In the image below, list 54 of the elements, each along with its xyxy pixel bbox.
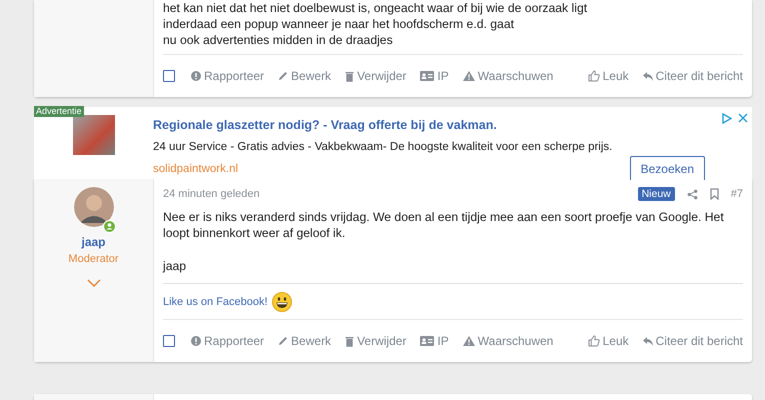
facebook-link[interactable]: Like us on Facebook! (163, 296, 268, 308)
edit-link[interactable]: Bewerk (278, 69, 332, 83)
alert-icon (191, 336, 201, 346)
share-icon[interactable] (686, 188, 698, 200)
thumbs-up-icon (588, 70, 600, 82)
avatar[interactable] (74, 187, 114, 227)
warn-link[interactable]: Waarschuwen (462, 69, 554, 83)
reply-icon (642, 336, 653, 346)
report-link[interactable]: Rapporteer (191, 334, 264, 348)
trash-icon (345, 70, 354, 82)
new-badge: Nieuw (638, 187, 675, 201)
warning-icon (462, 336, 475, 346)
select-checkbox[interactable] (163, 70, 175, 82)
reply-icon (642, 72, 653, 80)
report-link[interactable]: Rapporteer (191, 69, 264, 83)
thumbs-up-icon (588, 335, 600, 347)
message-text: jaap (163, 258, 188, 274)
like-link[interactable]: Leuk (588, 69, 629, 83)
pencil-icon (278, 71, 288, 81)
quote-link[interactable]: Citeer dit bericht (642, 69, 743, 83)
visit-button[interactable]: Bezoeken (630, 156, 705, 180)
warning-icon (462, 71, 475, 81)
ad-url-link[interactable]: solidpaintwork.nl (153, 163, 238, 175)
post-time: 24 minuten geleden (163, 188, 260, 200)
post-number-link[interactable]: #7 (730, 188, 743, 200)
ad-description: 24 uur Service - Gratis advies - Vakbekwaam- De hoogste kwaliteit voor een scherpe prijs. (153, 141, 614, 153)
alert-icon (191, 71, 201, 81)
ip-link[interactable]: IP (420, 334, 449, 348)
ip-link[interactable]: IP (420, 69, 449, 83)
user-role: Moderator (68, 253, 119, 265)
id-card-icon (420, 336, 434, 346)
play-icon[interactable] (721, 113, 732, 124)
pencil-icon (278, 336, 288, 346)
trash-icon (345, 336, 354, 346)
warn-link[interactable]: Waarschuwen (462, 334, 554, 348)
close-icon[interactable] (738, 113, 748, 123)
message-text: nu ook advertenties midden in de draadjes (163, 32, 394, 48)
grinning-emoji-icon (272, 292, 292, 312)
delete-link[interactable]: Verwijder (345, 334, 406, 348)
message-text: het kan niet dat het niet doelbewust is, ongeacht waar of bij wie de oorzaak ligt (163, 0, 588, 16)
delete-link[interactable]: Verwijder (345, 69, 406, 83)
message-text: inderdaad een popup wanneer je naar het hoofdscherm e.d. gaat (163, 16, 515, 32)
chevron-down-icon[interactable] (86, 279, 100, 287)
ad-title-link[interactable]: Regionale glaszetter nodig? - Vraag offerte bij de vakman. (153, 118, 721, 132)
select-checkbox[interactable] (163, 335, 175, 347)
bookmark-icon[interactable] (710, 188, 719, 200)
username-link[interactable]: jaap (81, 235, 106, 249)
message-text: Nee er is niks veranderd sinds vrijdag. We doen al een tijdje mee aan een soort proefje van Google. Het loopt binnenkort weer af geloof ik. (163, 209, 725, 241)
edit-link[interactable]: Bewerk (278, 334, 332, 348)
quote-link[interactable]: Citeer dit bericht (642, 334, 743, 348)
photo-placeholder (73, 115, 115, 155)
id-card-icon (420, 71, 434, 81)
like-link[interactable]: Leuk (588, 334, 629, 348)
ad-label: Advertentie (34, 106, 84, 117)
